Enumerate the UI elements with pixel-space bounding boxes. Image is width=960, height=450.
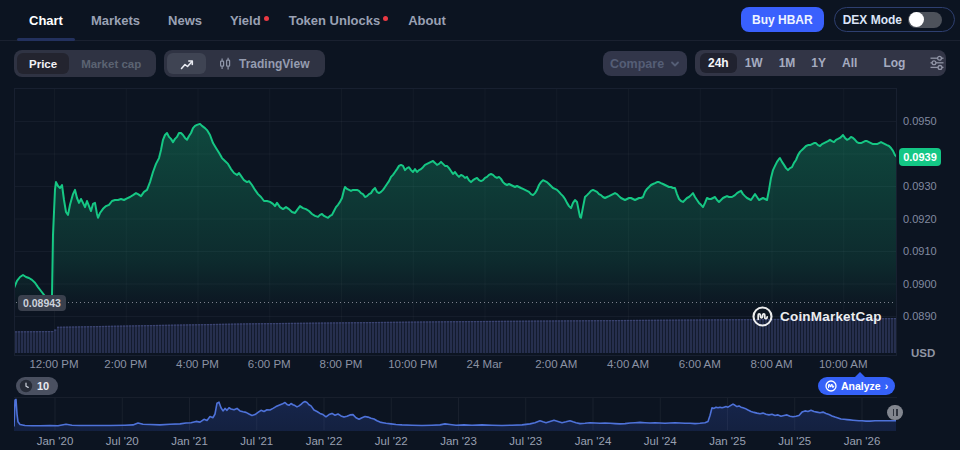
tab-list: ChartMarketsNewsYieldToken UnlocksAbout [17, 0, 462, 40]
line-chart-icon [179, 56, 195, 72]
timeline-label: Jul '24 [644, 434, 677, 448]
y-axis-label: 0.0950 [903, 114, 937, 128]
navigator-resize-handle[interactable] [887, 405, 903, 420]
line-chart-tab[interactable] [167, 53, 206, 74]
tab-yield[interactable]: Yield [218, 0, 273, 40]
notification-dot [264, 16, 269, 21]
metric-tab-price[interactable]: Price [17, 53, 69, 74]
y-axis-label: 0.0890 [903, 309, 937, 323]
y-axis-label: 0.0900 [903, 277, 937, 291]
x-axis-label: 12:00 PM [29, 357, 78, 371]
watermark: CoinMarketCap [752, 306, 882, 327]
x-axis-label: 6:00 PM [248, 357, 291, 371]
watermark-label: CoinMarketCap [780, 309, 882, 324]
x-axis-label: 2:00 AM [535, 357, 577, 371]
log-scale-button[interactable]: Log [875, 53, 913, 73]
range-button-1y[interactable]: 1Y [803, 53, 834, 73]
price-chart-page: ChartMarketsNewsYieldToken UnlocksAbout … [0, 0, 960, 450]
history-count: 10 [37, 380, 49, 392]
currency-label: USD [911, 347, 935, 359]
analyze-logo-icon [825, 380, 837, 392]
chart-settings-button[interactable] [923, 55, 951, 71]
tradingview-label: TradingView [239, 57, 309, 71]
timeline-label: Jan '23 [440, 434, 477, 448]
chevron-down-icon [670, 59, 680, 69]
x-axis-label: 4:00 PM [176, 357, 219, 371]
tab-markets[interactable]: Markets [79, 0, 152, 40]
y-axis-label: 0.0910 [903, 244, 937, 258]
timeline-label: Jul '21 [240, 434, 273, 448]
tab-token-unlocks[interactable]: Token Unlocks [277, 0, 393, 40]
timeline-label: Jul '20 [106, 434, 139, 448]
x-axis-label: 4:00 AM [607, 357, 649, 371]
x-axis-label: 10:00 PM [388, 357, 437, 371]
coinmarketcap-logo-icon [752, 306, 773, 327]
x-axis-label: 8:00 AM [750, 357, 792, 371]
analyze-button[interactable]: Analyze › [818, 377, 895, 395]
notification-dot [383, 16, 388, 21]
tab-about[interactable]: About [396, 0, 458, 40]
analyze-label: Analyze [841, 380, 881, 392]
timeline-label: Jan '24 [575, 434, 612, 448]
navigator-area [14, 399, 896, 431]
timeline-label: Jan '20 [37, 434, 74, 448]
chart-source-tabs: TradingView [164, 50, 325, 77]
y-axis-label: 0.0930 [903, 179, 937, 193]
range-button-1m[interactable]: 1M [771, 53, 804, 73]
timeline-label: Jan '25 [709, 434, 746, 448]
x-axis-label: 24 Mar [467, 357, 503, 371]
timeline-label: Jan '21 [171, 434, 208, 448]
y-axis-label: 0.0920 [903, 212, 937, 226]
timeline-label: Jul '25 [778, 434, 811, 448]
dex-mode-toggle[interactable] [908, 12, 942, 28]
tab-bar: ChartMarketsNewsYieldToken UnlocksAbout … [0, 0, 960, 41]
timeline-label: Jul '23 [509, 434, 542, 448]
timeline-label: Jan '26 [844, 434, 881, 448]
dex-mode-label: DEX Mode [843, 13, 902, 27]
sliders-icon [929, 55, 945, 71]
timeline-label: Jan '22 [306, 434, 343, 448]
x-axis-label: 8:00 PM [320, 357, 363, 371]
current-price-badge: 0.0939 [899, 148, 941, 166]
metric-tab-market-cap[interactable]: Market cap [69, 53, 153, 74]
tradingview-tab[interactable]: TradingView [206, 57, 322, 71]
range-button-1w[interactable]: 1W [737, 53, 771, 73]
dex-mode-control[interactable]: DEX Mode [834, 7, 955, 32]
nav-right-actions: Buy HBAR DEX Mode [741, 7, 955, 32]
timeline-navigator[interactable] [14, 397, 897, 431]
tab-chart[interactable]: Chart [17, 0, 75, 40]
buy-hbar-button[interactable]: Buy HBAR [741, 7, 824, 32]
low-price-badge: 0.08943 [18, 295, 66, 311]
timeline-label: Jul '22 [375, 434, 408, 448]
range-button-24h[interactable]: 24h [700, 53, 737, 73]
range-button-all[interactable]: All [834, 53, 865, 73]
metric-tabs: PriceMarket cap [14, 50, 156, 77]
history-badge[interactable]: 10 [16, 377, 58, 395]
x-axis-label: 2:00 PM [104, 357, 147, 371]
tab-news[interactable]: News [156, 0, 214, 40]
x-axis-label: 6:00 AM [679, 357, 721, 371]
analyze-chevron: › [885, 380, 889, 392]
range-selector: 24h1W1M1YAll Log [695, 50, 946, 76]
toggle-knob [909, 12, 924, 27]
clock-history-icon [19, 379, 33, 393]
compare-label: Compare [610, 57, 664, 71]
candlestick-icon [218, 57, 232, 71]
x-axis-label: 10:00 AM [819, 357, 868, 371]
compare-button[interactable]: Compare [603, 51, 687, 76]
